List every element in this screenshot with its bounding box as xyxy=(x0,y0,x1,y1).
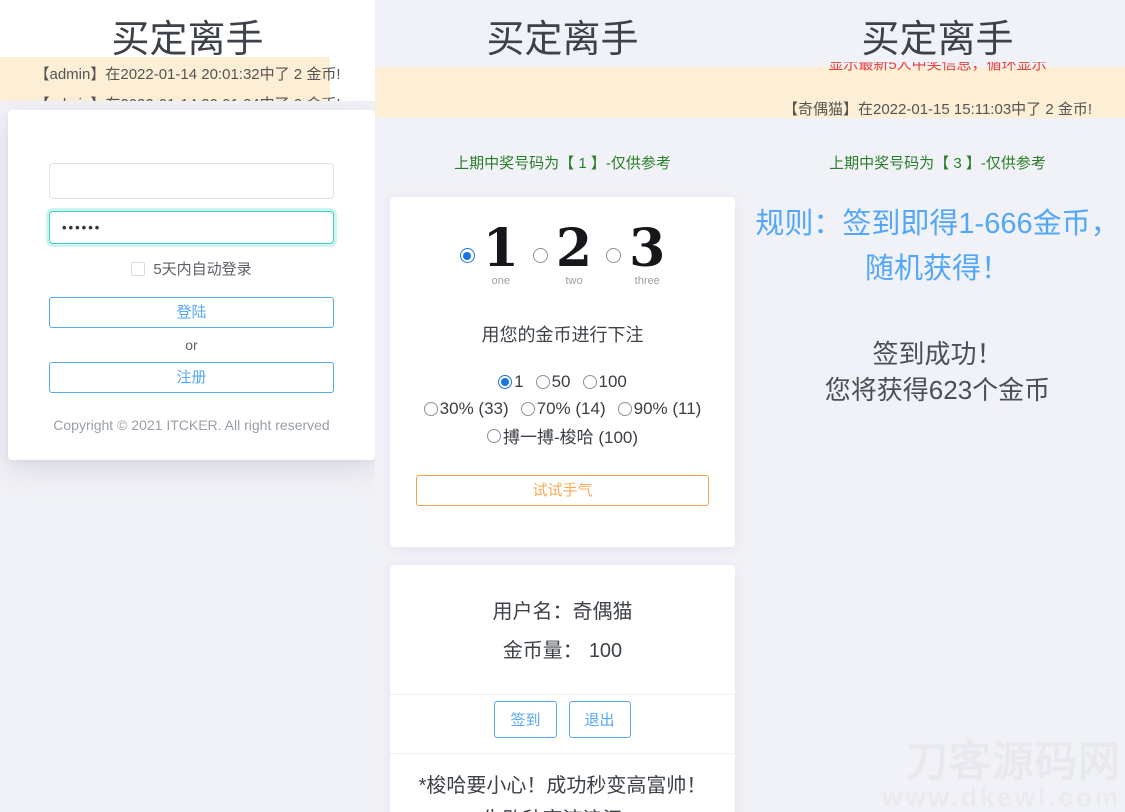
logout-button[interactable]: 退出 xyxy=(569,701,631,738)
amount-option-1[interactable]: 1 xyxy=(498,372,523,392)
site-watermark: 刀客源码网 www.dkewl.com xyxy=(882,740,1121,810)
coins-row: 金币量： 100 xyxy=(390,634,735,663)
divider xyxy=(390,753,735,754)
page-title: 买定离手 xyxy=(750,0,1125,63)
amount-option-50[interactable]: 50 xyxy=(536,372,571,392)
radio-icon[interactable] xyxy=(424,402,438,416)
username-input[interactable] xyxy=(49,163,334,199)
watermark-name: 刀客源码网 xyxy=(882,740,1121,784)
bet-card: 1 one 2 two 3 three xyxy=(390,197,735,547)
coins-label: 金币量： xyxy=(503,640,583,662)
login-button[interactable]: 登陆 xyxy=(49,297,334,328)
allin-option[interactable]: 搏一搏-梭哈 (100) xyxy=(487,423,638,448)
percent-option-30[interactable]: 30% (33) xyxy=(424,399,509,419)
try-luck-button[interactable]: 试试手气 xyxy=(416,475,709,506)
winner-notice: 【admin】在2022-01-14 20:01:24中了 2 金币! xyxy=(0,85,375,101)
showhand-warning: *梭哈要小心！成功秒变高富帅！ 失败秒变流浪汉。 xyxy=(390,769,735,812)
allin-line: 搏一搏-梭哈 (100) xyxy=(390,422,735,449)
username-value: 奇偶猫 xyxy=(573,601,633,623)
radio-selected-icon[interactable] xyxy=(498,375,512,389)
radio-icon[interactable] xyxy=(606,248,621,263)
panel-betting: 买定离手 上期中奖号码为【 1 】-仅供参考 1 one 2 two xyxy=(375,0,750,812)
page: 买定离手 【admin】在2022-01-14 20:01:32中了 2 金币!… xyxy=(0,0,1125,812)
panel-signin-result: 买定离手 显示最新5人中奖信息，循环显示 【奇偶猫】在2022-01-15 15… xyxy=(750,0,1125,812)
radio-icon[interactable] xyxy=(487,429,501,443)
number-option-1[interactable]: 1 one xyxy=(460,224,519,287)
page-title: 买定离手 xyxy=(0,0,375,63)
radio-icon[interactable] xyxy=(618,402,632,416)
bet-subtitle: 用您的金币进行下注 xyxy=(390,321,735,347)
last-draw-text: 上期中奖号码为【 1 】-仅供参考 xyxy=(375,152,750,173)
radio-icon[interactable] xyxy=(583,375,597,389)
copyright: Copyright © 2021 ITCKER. All right reser… xyxy=(8,417,375,433)
radio-icon[interactable] xyxy=(521,402,535,416)
radio-selected-icon[interactable] xyxy=(460,248,475,263)
number-picker: 1 one 2 two 3 three xyxy=(390,224,735,287)
percent-line: 30% (33) 70% (14) 90% (11) xyxy=(390,395,735,422)
page-title: 买定离手 xyxy=(375,0,750,63)
amount-option-100[interactable]: 100 xyxy=(583,372,627,392)
number-2: 2 two xyxy=(556,224,592,287)
or-separator: or xyxy=(8,337,375,353)
coins-value: 100 xyxy=(589,640,622,662)
account-buttons: 签到 退出 xyxy=(390,701,735,738)
auto-login-label: 5天内自动登录 xyxy=(153,258,251,279)
panel-login: 买定离手 【admin】在2022-01-14 20:01:32中了 2 金币!… xyxy=(0,0,375,812)
last-draw-text: 上期中奖号码为【 3 】-仅供参考 xyxy=(750,152,1125,173)
username-row: 用户名：奇偶猫 xyxy=(390,565,735,624)
password-input[interactable] xyxy=(49,211,334,244)
number-option-3[interactable]: 3 three xyxy=(606,224,665,287)
number-3: 3 three xyxy=(629,224,665,287)
percent-option-90[interactable]: 90% (11) xyxy=(618,399,702,419)
divider xyxy=(390,694,735,695)
amount-line: 1 50 100 xyxy=(390,368,735,395)
radio-icon[interactable] xyxy=(533,248,548,263)
number-1: 1 one xyxy=(483,224,519,287)
username-label: 用户名： xyxy=(493,601,573,623)
register-button[interactable]: 注册 xyxy=(49,362,334,393)
sign-in-button[interactable]: 签到 xyxy=(494,701,556,738)
winners-marquee: 显示最新5人中奖信息，循环显示 【奇偶猫】在2022-01-15 15:11:0… xyxy=(750,62,1125,118)
signin-rule-text: 规则：签到即得1-666金币， 随机获得！ xyxy=(750,202,1125,292)
radio-icon[interactable] xyxy=(536,375,550,389)
marquee-info-text: 显示最新5人中奖信息，循环显示 xyxy=(750,62,1125,75)
login-card: 5天内自动登录 登陆 or 注册 Copyright © 2021 ITCKER… xyxy=(8,110,375,460)
winners-banner-background xyxy=(375,67,750,118)
signin-result-text: 签到成功！ 您将获得623个金币 xyxy=(750,336,1125,408)
bet-amount-options: 1 50 100 30% (33) xyxy=(390,368,735,449)
remember-row: 5天内自动登录 xyxy=(8,258,375,279)
winners-marquee: 【admin】在2022-01-14 20:01:32中了 2 金币! 【adm… xyxy=(0,57,375,101)
auto-login-checkbox[interactable] xyxy=(131,262,145,276)
number-option-2[interactable]: 2 two xyxy=(533,224,592,287)
winner-notice: 【奇偶猫】在2022-01-15 15:11:03中了 2 金币! xyxy=(750,100,1125,118)
user-card: 用户名：奇偶猫 金币量： 100 签到 退出 *梭哈要小心！成功秒变高富帅！ 失败… xyxy=(390,565,735,812)
percent-option-70[interactable]: 70% (14) xyxy=(521,399,606,419)
watermark-url: www.dkewl.com xyxy=(882,784,1121,810)
